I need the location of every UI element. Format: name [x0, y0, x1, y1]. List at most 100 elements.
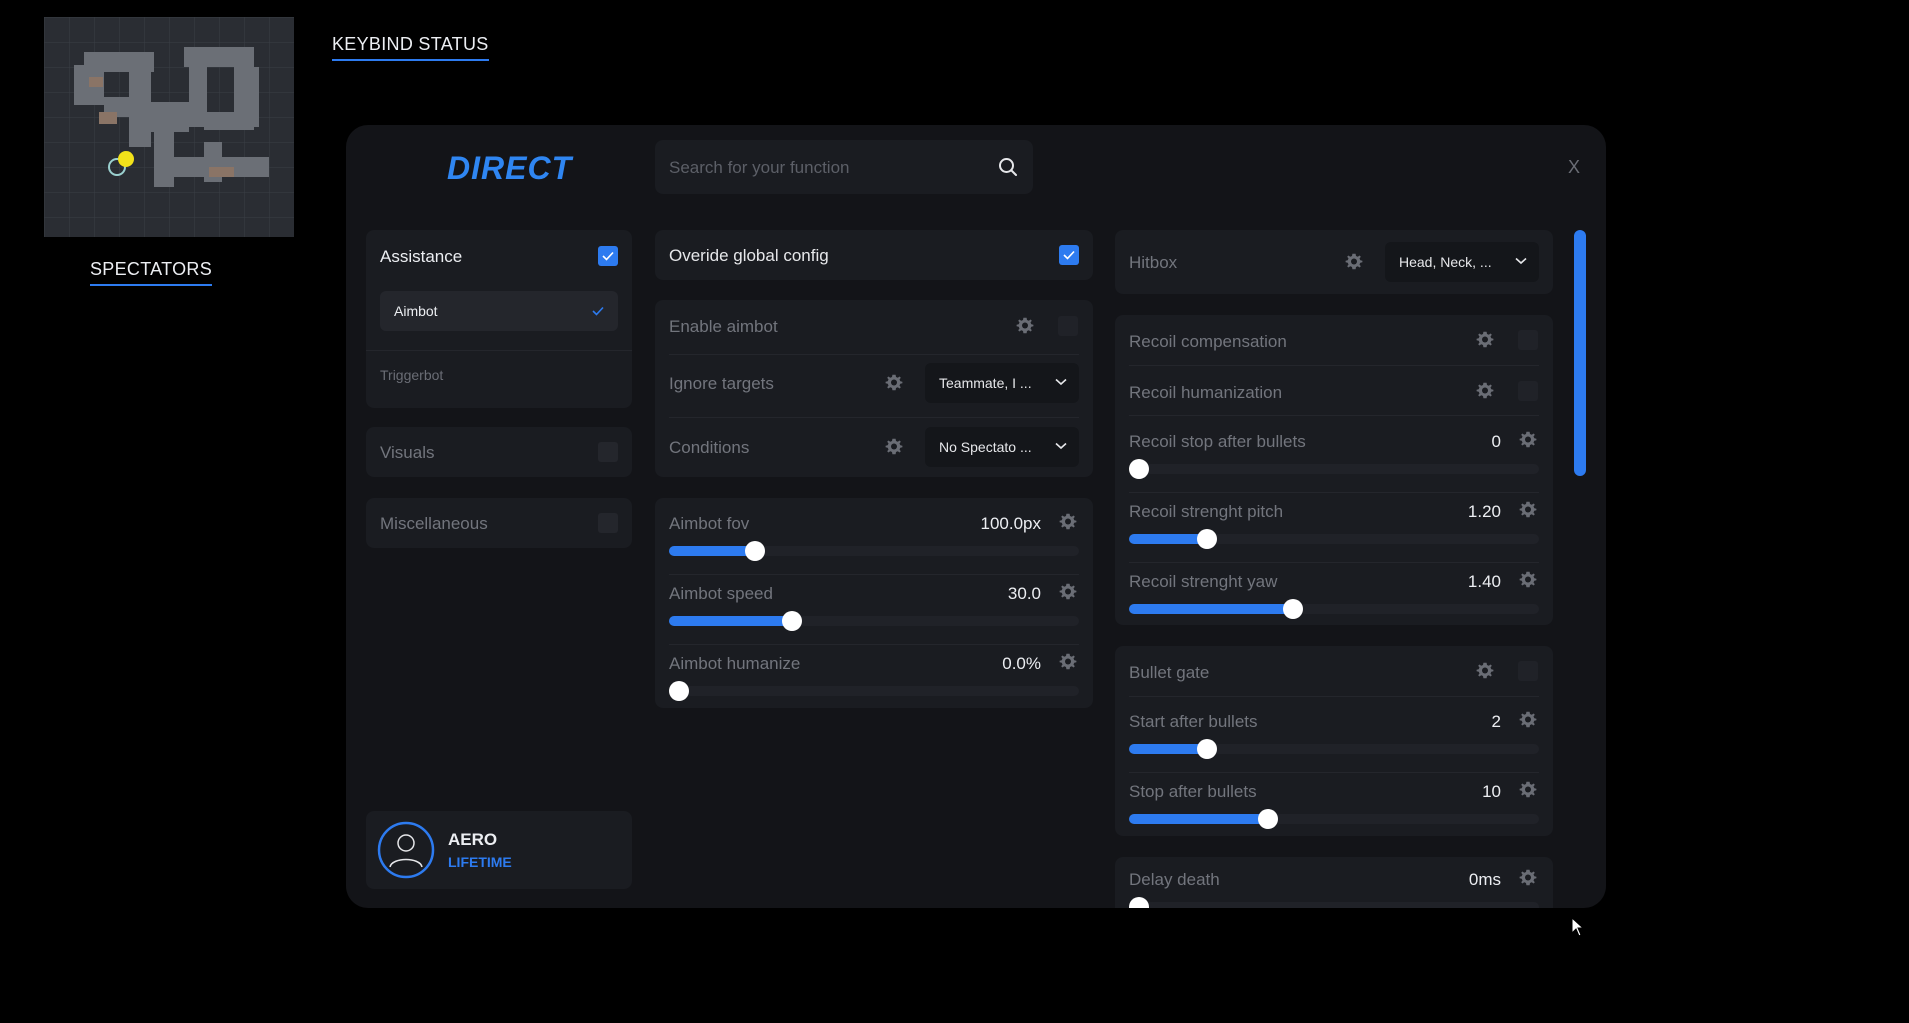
gear-icon[interactable]	[1059, 653, 1077, 671]
aimbot-sliders-card: Aimbot fov 100.0px Aimbot speed 30.0 Aim…	[655, 498, 1093, 708]
conditions-value: No Spectato ...	[939, 439, 1032, 455]
stop-after-bullets-label: Stop after bullets	[1129, 782, 1257, 801]
gear-icon[interactable]	[1519, 711, 1537, 729]
gear-icon[interactable]	[1345, 253, 1363, 271]
recoil-yaw-slider[interactable]	[1129, 599, 1539, 619]
nav-assistance-card: Assistance Aimbot Triggerbot	[366, 230, 632, 408]
checkmark-icon	[1063, 250, 1075, 260]
stop-after-bullets-slider[interactable]	[1129, 809, 1539, 829]
slider-knob[interactable]	[1196, 739, 1217, 759]
radar-minimap	[44, 17, 294, 237]
bullet-gate-checkbox[interactable]	[1518, 661, 1538, 681]
slider-fill	[1129, 534, 1207, 544]
hitbox-card: Hitbox Head, Neck, ...	[1115, 230, 1553, 294]
gear-icon[interactable]	[1476, 331, 1494, 349]
user-icon	[377, 821, 435, 879]
recoil-humanization-checkbox[interactable]	[1518, 381, 1538, 401]
gear-icon[interactable]	[1519, 781, 1537, 799]
delay-death-label: Delay death	[1129, 870, 1220, 889]
gear-icon[interactable]	[1476, 382, 1494, 400]
start-after-bullets-label: Start after bullets	[1129, 712, 1258, 731]
nav-sub-item-triggerbot[interactable]: Triggerbot	[380, 355, 618, 395]
override-config-checkbox[interactable]	[1059, 245, 1079, 265]
recoil-stop-value: 0	[1491, 432, 1501, 451]
nav-assistance-label[interactable]: Assistance	[380, 247, 462, 267]
gear-icon[interactable]	[885, 438, 903, 456]
recoil-stop-slider[interactable]	[1129, 459, 1539, 479]
radar-map-image	[44, 17, 294, 237]
hitbox-dropdown[interactable]: Head, Neck, ...	[1385, 242, 1539, 282]
row-divider	[669, 354, 1079, 355]
nav-sub-item-aimbot[interactable]: Aimbot	[380, 291, 618, 331]
ignore-targets-dropdown[interactable]: Teammate, I ...	[925, 363, 1079, 403]
enable-aimbot-checkbox[interactable]	[1058, 316, 1078, 336]
gear-icon[interactable]	[1519, 431, 1537, 449]
start-after-bullets-value: 2	[1491, 712, 1501, 731]
search-icon[interactable]	[997, 156, 1019, 178]
gear-icon[interactable]	[1059, 583, 1077, 601]
aimbot-humanize-value: 0.0%	[1002, 654, 1041, 673]
row-divider	[1129, 562, 1539, 563]
nav-visuals-checkbox[interactable]	[598, 442, 618, 462]
search-input[interactable]: Search for your function	[669, 158, 849, 178]
conditions-dropdown[interactable]: No Spectato ...	[925, 427, 1079, 467]
slider-fill	[1129, 744, 1207, 754]
gear-icon[interactable]	[1519, 501, 1537, 519]
slider-knob[interactable]	[669, 681, 689, 701]
aimbot-options-card: Enable aimbot Ignore targets Teammate, I…	[655, 300, 1093, 477]
user-name: AERO	[448, 830, 498, 849]
gear-icon[interactable]	[1476, 662, 1494, 680]
slider-knob[interactable]	[1196, 529, 1217, 549]
gear-icon[interactable]	[1519, 571, 1537, 589]
scrollbar[interactable]	[1574, 230, 1586, 890]
settings-window: DIRECT Search for your function X Assist…	[346, 125, 1606, 908]
conditions-label: Conditions	[669, 438, 750, 457]
ignore-targets-label: Ignore targets	[669, 374, 774, 393]
slider-knob[interactable]	[745, 541, 766, 561]
checkmark-icon	[602, 251, 614, 261]
gear-icon[interactable]	[1519, 869, 1537, 887]
delay-death-slider[interactable]	[1129, 897, 1539, 908]
aimbot-fov-value: 100.0px	[980, 514, 1042, 533]
slider-knob[interactable]	[1258, 809, 1279, 829]
row-divider	[1129, 365, 1539, 366]
aimbot-humanize-slider[interactable]	[669, 681, 1079, 701]
row-divider	[1129, 415, 1539, 416]
recoil-pitch-slider[interactable]	[1129, 529, 1539, 549]
start-after-bullets-slider[interactable]	[1129, 739, 1539, 759]
search-box[interactable]: Search for your function	[655, 140, 1033, 194]
slider-knob[interactable]	[1283, 599, 1303, 619]
nav-visuals-label: Visuals	[380, 443, 435, 462]
recoil-stop-label: Recoil stop after bullets	[1129, 432, 1306, 451]
override-config-card[interactable]: Overide global config	[655, 230, 1093, 280]
delay-death-card: Delay death 0ms	[1115, 857, 1553, 908]
slider-knob[interactable]	[782, 611, 802, 631]
close-button[interactable]: X	[1568, 157, 1580, 178]
user-profile-card: AERO LIFETIME	[366, 811, 632, 889]
recoil-yaw-value: 1.40	[1467, 572, 1501, 591]
aimbot-speed-label: Aimbot speed	[669, 584, 773, 603]
nav-visuals-card[interactable]: Visuals	[366, 427, 632, 477]
recoil-compensation-checkbox[interactable]	[1518, 330, 1538, 350]
gear-icon[interactable]	[1059, 513, 1077, 531]
stop-after-bullets-value: 10	[1482, 782, 1501, 801]
recoil-yaw-label: Recoil strenght yaw	[1129, 572, 1278, 591]
slider-fill	[1129, 814, 1269, 824]
gear-icon[interactable]	[885, 374, 903, 392]
recoil-card: Recoil compensation Recoil humanization …	[1115, 315, 1553, 625]
nav-misc-card[interactable]: Miscellaneous	[366, 498, 632, 548]
chevron-down-icon	[1055, 442, 1067, 450]
slider-knob[interactable]	[1129, 897, 1149, 908]
nav-misc-label: Miscellaneous	[380, 514, 488, 533]
aimbot-fov-slider[interactable]	[669, 541, 1079, 561]
scrollbar-thumb[interactable]	[1574, 230, 1586, 476]
aimbot-fov-label: Aimbot fov	[669, 514, 750, 533]
gear-icon[interactable]	[1016, 317, 1034, 335]
nav-misc-checkbox[interactable]	[598, 513, 618, 533]
checkmark-icon	[592, 306, 604, 316]
aimbot-speed-slider[interactable]	[669, 611, 1079, 631]
slider-knob[interactable]	[1129, 459, 1149, 479]
nav-assistance-checkbox[interactable]	[598, 246, 618, 266]
recoil-pitch-label: Recoil strenght pitch	[1129, 502, 1284, 521]
cursor-icon	[1571, 917, 1585, 937]
